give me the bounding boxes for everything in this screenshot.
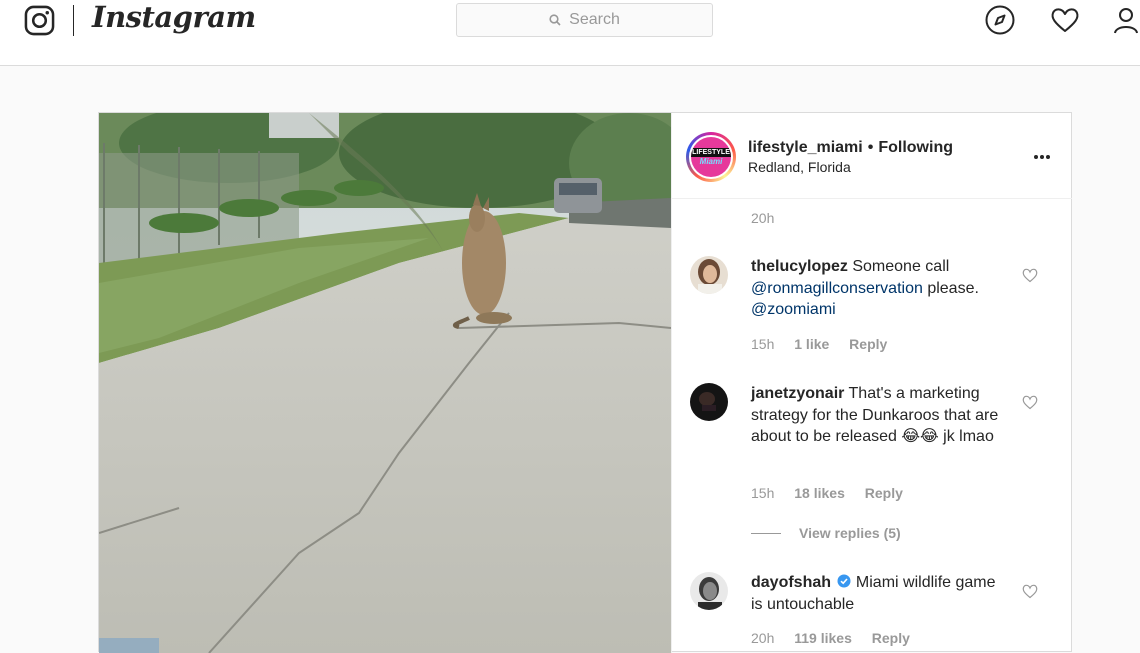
comment-meta: 15h 18 likes Reply <box>751 485 919 501</box>
comments-list[interactable]: 20h thelucylopez Someone call @ronmagill… <box>672 200 1072 653</box>
search-placeholder: Search <box>569 11 620 28</box>
comment-text: dayofshah Miami wildlife game is untouch… <box>751 572 1006 615</box>
view-replies-label: View replies (5) <box>799 525 901 541</box>
comment-meta: 15h 1 like Reply <box>751 336 903 352</box>
search-icon <box>549 14 561 26</box>
caption-timestamp: 20h <box>751 210 775 226</box>
comment-meta: 20h 119 likes Reply <box>751 630 926 646</box>
comment-likes[interactable]: 18 likes <box>794 485 845 501</box>
comment-username[interactable]: janetzyonair <box>751 385 844 402</box>
instagram-wordmark[interactable]: Instagram <box>92 0 256 34</box>
top-nav: Instagram Search <box>0 0 1140 66</box>
avatar[interactable] <box>690 383 728 421</box>
compass-icon[interactable] <box>984 4 1016 36</box>
lifestyle-miami-logo: LIFESTYLE Miami <box>691 137 731 177</box>
replies-divider-line <box>751 532 781 534</box>
nav-divider <box>73 5 74 36</box>
heart-icon[interactable] <box>1021 266 1039 284</box>
more-options-icon[interactable] <box>1032 147 1052 167</box>
avatar[interactable] <box>690 256 728 294</box>
search-input[interactable]: Search <box>456 3 713 37</box>
post-user-line: lifestyle_miami • Following <box>748 139 953 157</box>
mention-link[interactable]: @ronmagillconservation <box>751 280 923 297</box>
comment-text-part: please. <box>927 279 979 297</box>
comment-likes[interactable]: 1 like <box>794 336 829 352</box>
post-username[interactable]: lifestyle_miami <box>748 139 863 156</box>
comment-likes[interactable]: 119 likes <box>794 630 852 646</box>
instagram-logo-icon[interactable] <box>24 5 55 36</box>
reply-button[interactable]: Reply <box>849 336 887 352</box>
reply-button[interactable]: Reply <box>865 485 903 501</box>
kangaroo-video-frame <box>99 113 671 653</box>
mention-link[interactable]: @zoomiami <box>751 301 836 318</box>
view-replies-button[interactable]: View replies (5) <box>751 525 901 541</box>
comment-time[interactable]: 20h <box>751 630 774 646</box>
heart-icon[interactable] <box>1021 393 1039 411</box>
profile-icon[interactable] <box>1110 4 1140 36</box>
follow-status-button[interactable]: Following <box>878 139 953 156</box>
post-header: LIFESTYLE Miami lifestyle_miami • Followin… <box>672 113 1072 199</box>
comment-text-part: Someone call <box>852 258 950 275</box>
post-location[interactable]: Redland, Florida <box>748 159 851 175</box>
post-video[interactable] <box>99 113 671 653</box>
comment-username[interactable]: dayofshah <box>751 574 831 591</box>
avatar[interactable] <box>690 572 728 610</box>
comment-text: thelucylopez Someone call @ronmagillcons… <box>751 256 1006 321</box>
comment-text: janetzyonair That's a marketing strategy… <box>751 383 1006 448</box>
post-card: LIFESTYLE Miami lifestyle_miami • Followin… <box>98 112 1072 653</box>
reply-button[interactable]: Reply <box>872 630 910 646</box>
avatar[interactable]: LIFESTYLE Miami <box>686 132 736 182</box>
comment-time[interactable]: 15h <box>751 485 774 501</box>
verified-badge-icon <box>837 574 851 588</box>
heart-icon[interactable] <box>1021 582 1039 600</box>
post-sidebar: LIFESTYLE Miami lifestyle_miami • Followin… <box>671 113 1072 653</box>
comment-time[interactable]: 15h <box>751 336 774 352</box>
heart-icon[interactable] <box>1049 4 1081 36</box>
separator-dot: • <box>867 139 874 156</box>
comment-username[interactable]: thelucylopez <box>751 258 848 275</box>
